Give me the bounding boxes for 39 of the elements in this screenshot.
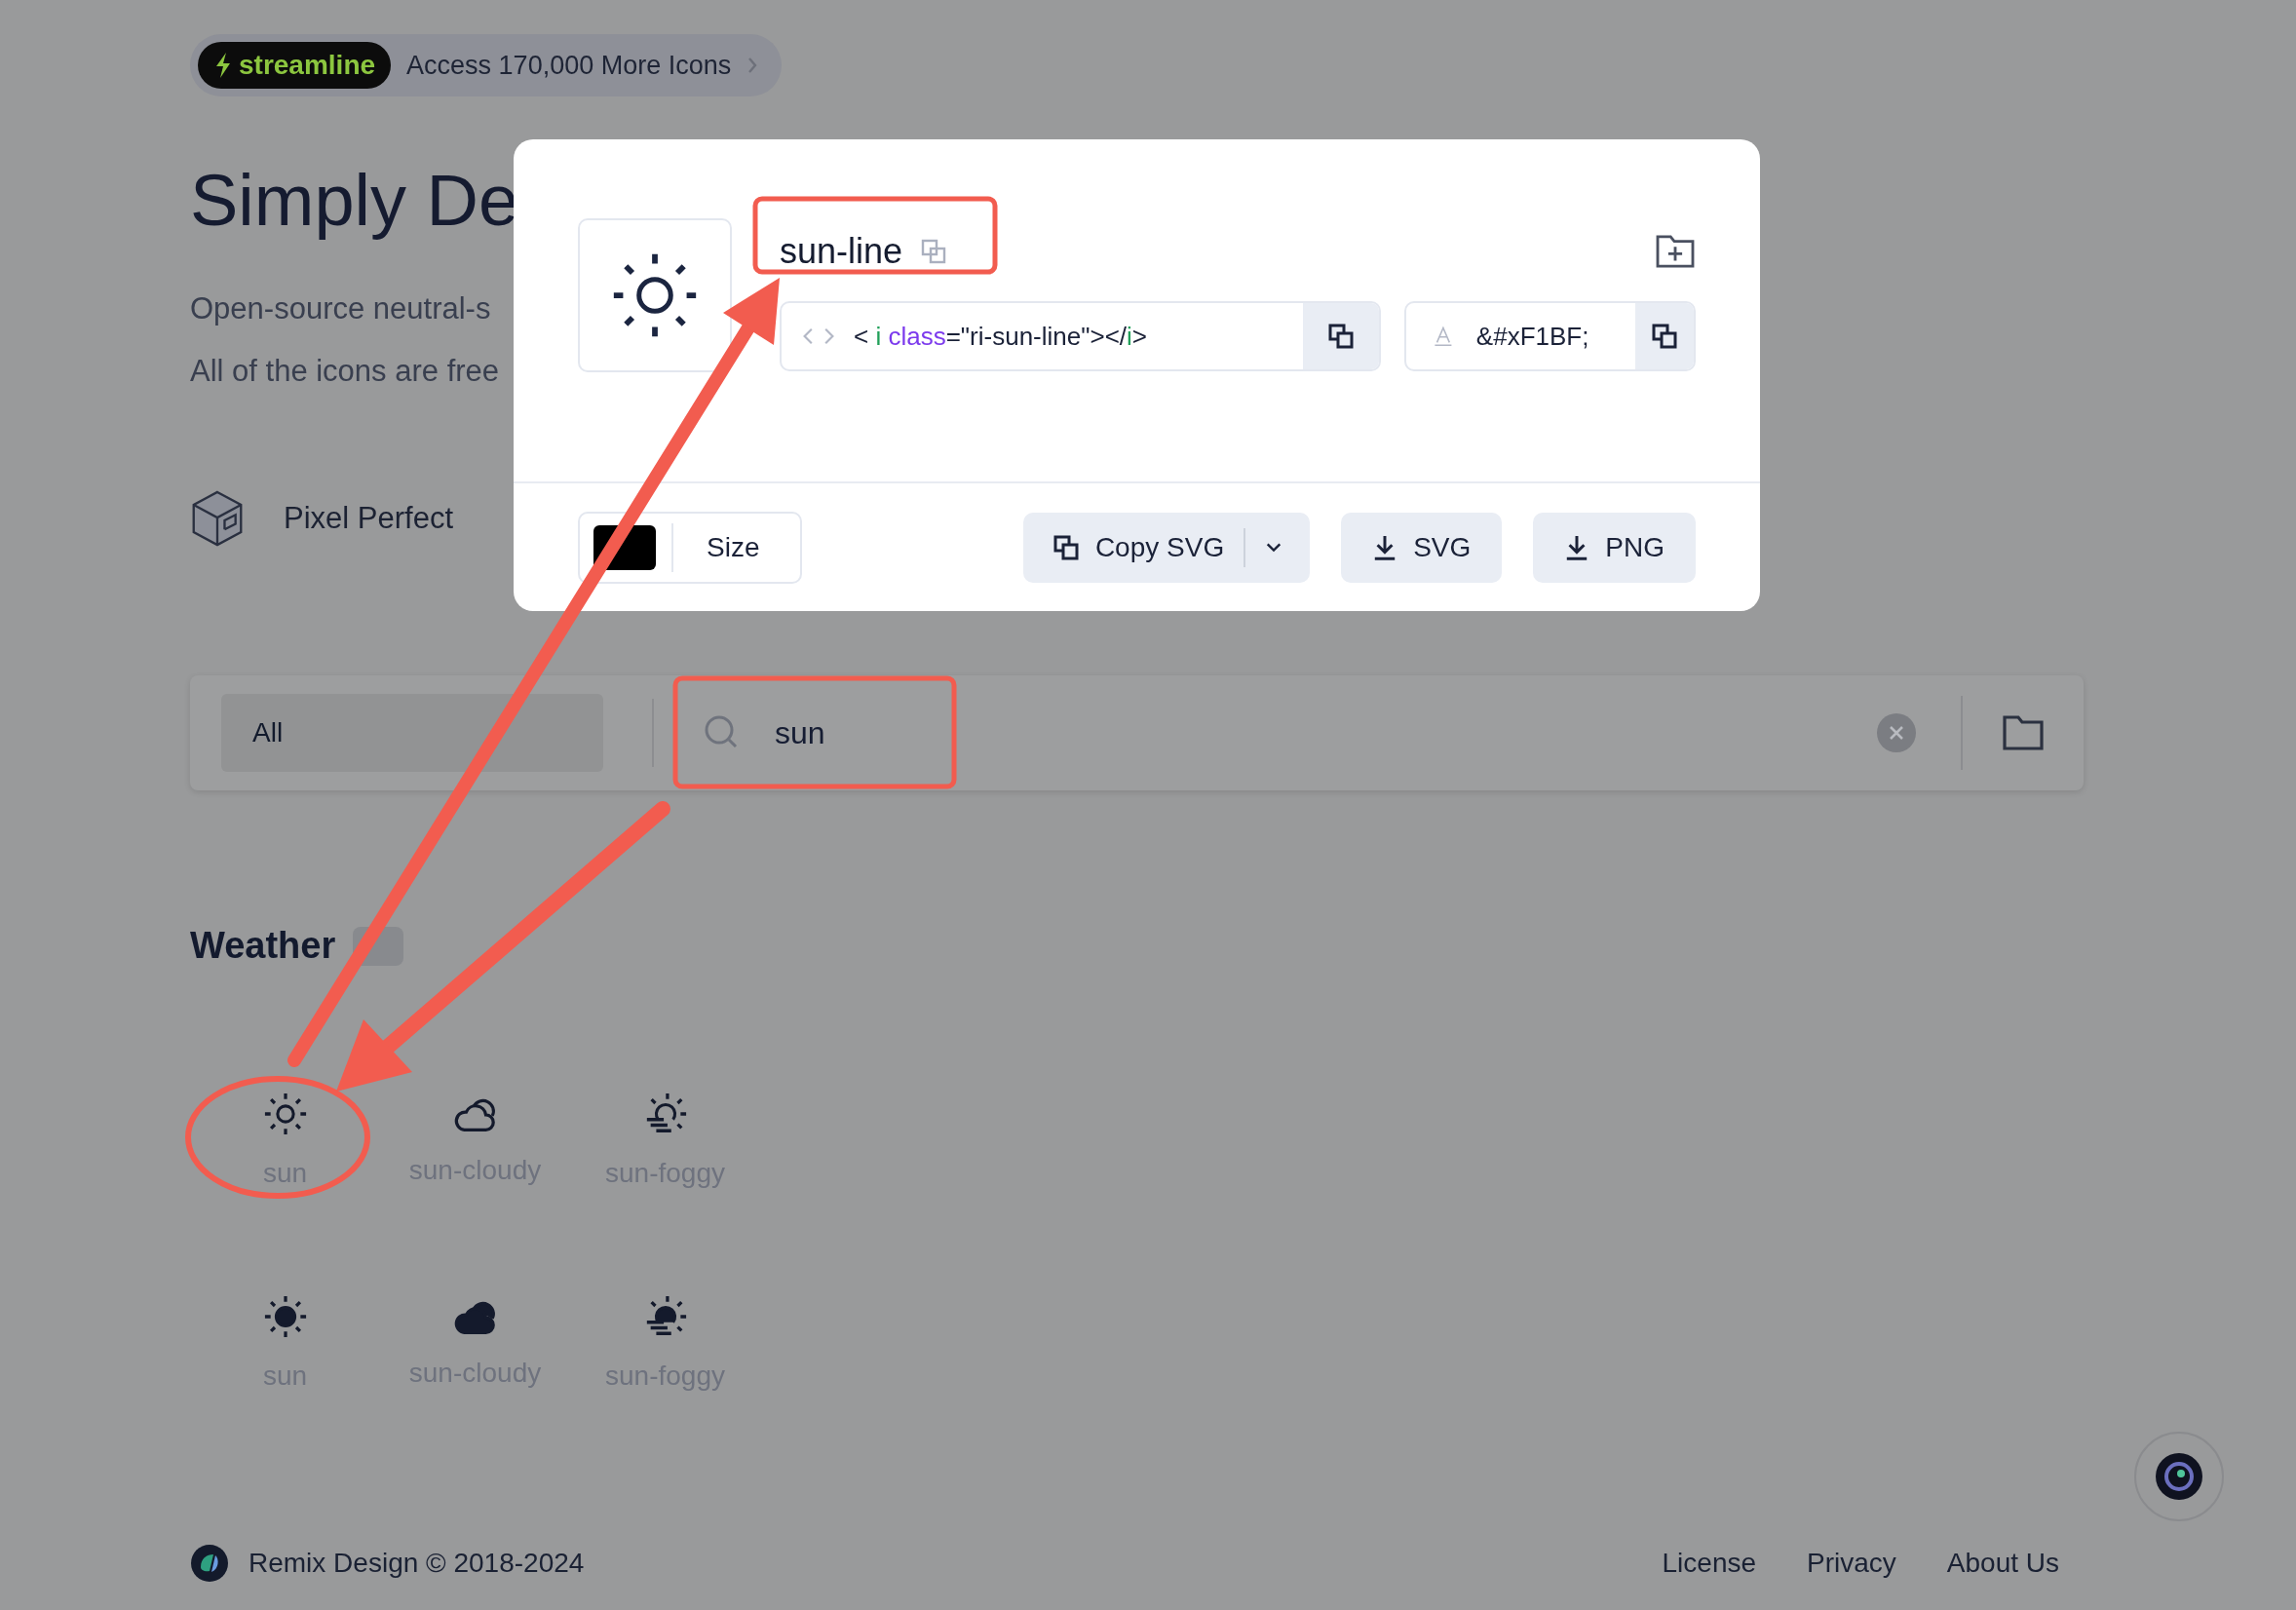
footer-link[interactable]: License <box>1662 1548 1757 1579</box>
icon-name: sun-line <box>780 231 903 272</box>
logo-icon <box>190 1544 229 1583</box>
download-button[interactable]: SVG <box>1341 512 1503 583</box>
section-title: Weather <box>190 925 336 967</box>
cube-icon <box>190 489 245 548</box>
copy-button[interactable] <box>1303 303 1379 369</box>
promo-banner[interactable]: streamline Access 170,000 More Icons <box>190 34 783 96</box>
filled-sun-icon <box>262 1294 308 1339</box>
download-button[interactable]: PNG <box>1533 512 1696 583</box>
copyright-text: Remix Design © 2018-2024 <box>249 1548 585 1579</box>
footer-link[interactable]: About Us <box>1946 1548 2059 1579</box>
intro-text: All of the icons are free <box>190 353 500 390</box>
brand-name: streamline <box>239 50 376 81</box>
category-select[interactable]: All <box>221 694 603 772</box>
copy-svg-button[interactable]: Copy SVG <box>1022 512 1311 583</box>
footer-link[interactable]: Privacy <box>1807 1548 1896 1579</box>
unicode-field[interactable]: &#xF1BF; <box>1404 301 1696 371</box>
promo-text: Access 170,000 More Icons <box>406 50 732 81</box>
copy-icon <box>1052 533 1080 561</box>
code-snippet: < i class="ri-sun-line"></i> <box>854 321 1148 352</box>
floating-button[interactable] <box>2134 1432 2224 1521</box>
bolt-icon <box>213 52 233 79</box>
folder-icon[interactable] <box>2002 714 2045 751</box>
page-title: Simply De <box>190 159 519 243</box>
feature-label: Pixel Perfect <box>284 501 453 536</box>
intro-text: Open-source neutral-s <box>190 290 491 327</box>
code-field[interactable]: < i class="ri-sun-line"></i> <box>780 301 1381 371</box>
copy-icon <box>1651 323 1679 350</box>
copy-button[interactable] <box>1635 303 1694 369</box>
sun-icon <box>262 1092 308 1136</box>
chevron-right-icon <box>746 56 759 75</box>
search-field[interactable]: sun <box>703 713 956 752</box>
lens-icon <box>2155 1452 2203 1501</box>
caret-icon[interactable] <box>1265 541 1283 554</box>
folder-add-icon[interactable] <box>1655 234 1696 269</box>
copy-icon <box>1327 323 1355 350</box>
unicode-value: &#xF1BF; <box>1475 321 1589 352</box>
size-control[interactable]: Size <box>578 511 802 584</box>
